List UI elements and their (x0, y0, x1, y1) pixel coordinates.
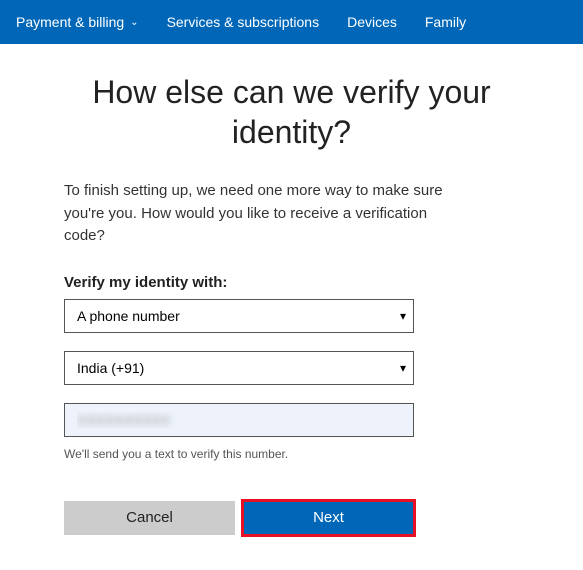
next-button[interactable]: Next (243, 501, 414, 535)
phone-input-wrap (64, 403, 414, 437)
main-content: How else can we verify your identity? To… (0, 44, 583, 535)
nav-label: Payment & billing (16, 14, 124, 30)
cancel-button[interactable]: Cancel (64, 501, 235, 535)
phone-number-input[interactable] (64, 403, 414, 437)
nav-label: Family (425, 14, 466, 30)
verification-note: We'll send you a text to verify this num… (64, 447, 519, 461)
nav-services-subscriptions[interactable]: Services & subscriptions (167, 14, 320, 30)
nav-devices[interactable]: Devices (347, 14, 397, 30)
nav-family[interactable]: Family (425, 14, 466, 30)
verify-method-select-wrap: A phone number ▾ (64, 299, 414, 333)
country-code-select[interactable]: India (+91) (64, 351, 414, 385)
verify-method-label: Verify my identity with: (64, 274, 519, 291)
nav-label: Devices (347, 14, 397, 30)
top-nav: Payment & billing ⌄ Services & subscript… (0, 0, 583, 44)
verify-method-select[interactable]: A phone number (64, 299, 414, 333)
button-row: Cancel Next (64, 501, 414, 535)
description-text: To finish setting up, we need one more w… (64, 180, 464, 248)
page-title: How else can we verify your identity? (64, 72, 519, 152)
nav-label: Services & subscriptions (167, 14, 320, 30)
country-code-select-wrap: India (+91) ▾ (64, 351, 414, 385)
chevron-down-icon: ⌄ (130, 17, 138, 28)
nav-payment-billing[interactable]: Payment & billing ⌄ (16, 14, 139, 30)
